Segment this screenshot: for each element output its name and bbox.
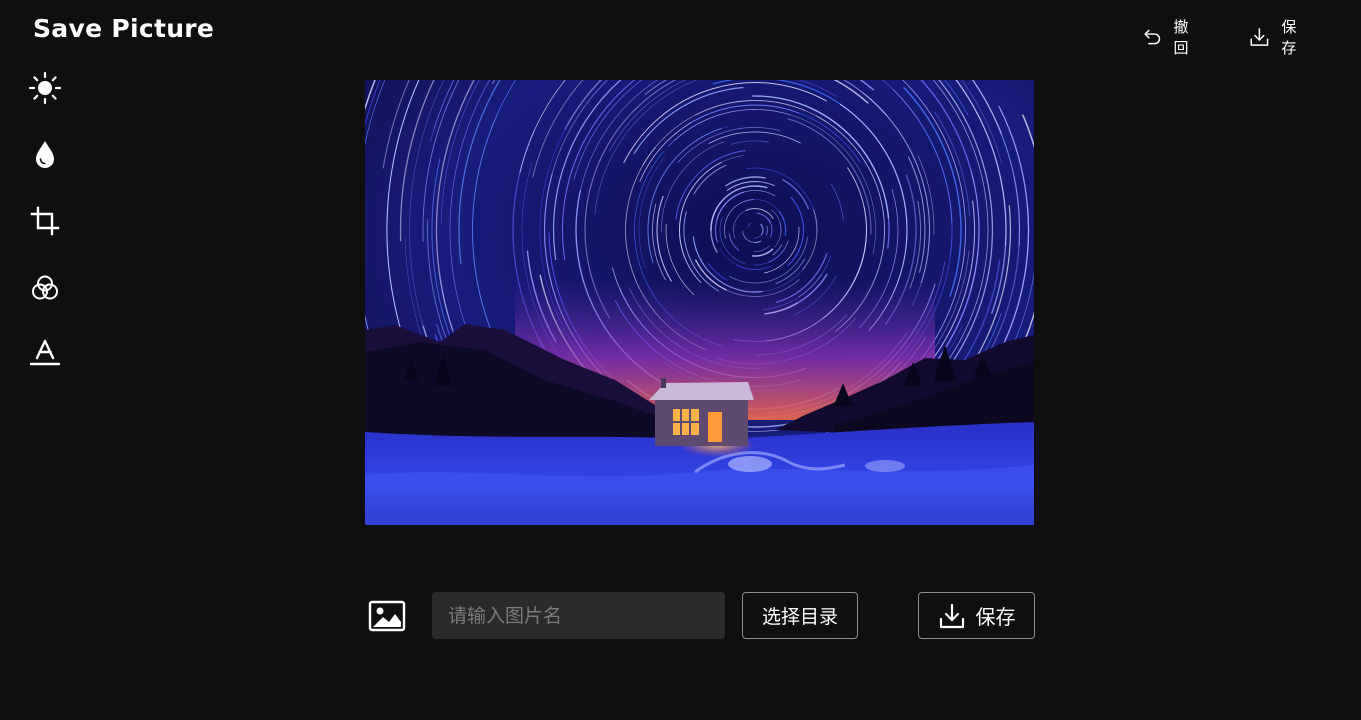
save-button[interactable]: 保存 bbox=[918, 592, 1035, 639]
crop-icon bbox=[30, 206, 60, 236]
undo-icon bbox=[1144, 29, 1161, 45]
top-save-label: 保存 bbox=[1281, 18, 1297, 57]
sun-icon bbox=[28, 71, 62, 105]
preview-image bbox=[365, 80, 1034, 525]
drop-icon bbox=[36, 141, 54, 168]
download-icon bbox=[1250, 28, 1269, 46]
image-name-input[interactable] bbox=[432, 592, 725, 639]
image-canvas[interactable] bbox=[365, 80, 1034, 525]
save-button-label: 保存 bbox=[975, 605, 1016, 629]
image-icon bbox=[368, 600, 406, 632]
sidebar-item-text[interactable] bbox=[27, 334, 63, 370]
undo-label: 撤回 bbox=[1173, 18, 1189, 57]
app-title: Save Picture bbox=[33, 14, 215, 43]
download-icon bbox=[939, 603, 964, 628]
choose-directory-button[interactable]: 选择目录 bbox=[742, 592, 858, 639]
sidebar-item-saturation[interactable] bbox=[27, 136, 63, 172]
save-form: 选择目录 保存 bbox=[0, 592, 1361, 640]
sidebar-item-crop[interactable] bbox=[27, 203, 63, 239]
undo-button[interactable]: 撤回 bbox=[1143, 18, 1192, 57]
color-circles-icon bbox=[32, 275, 58, 300]
sidebar-item-brightness[interactable] bbox=[27, 70, 63, 106]
text-icon bbox=[29, 339, 61, 366]
sidebar-item-filter[interactable] bbox=[27, 270, 63, 306]
top-save-button[interactable]: 保存 bbox=[1249, 18, 1300, 57]
